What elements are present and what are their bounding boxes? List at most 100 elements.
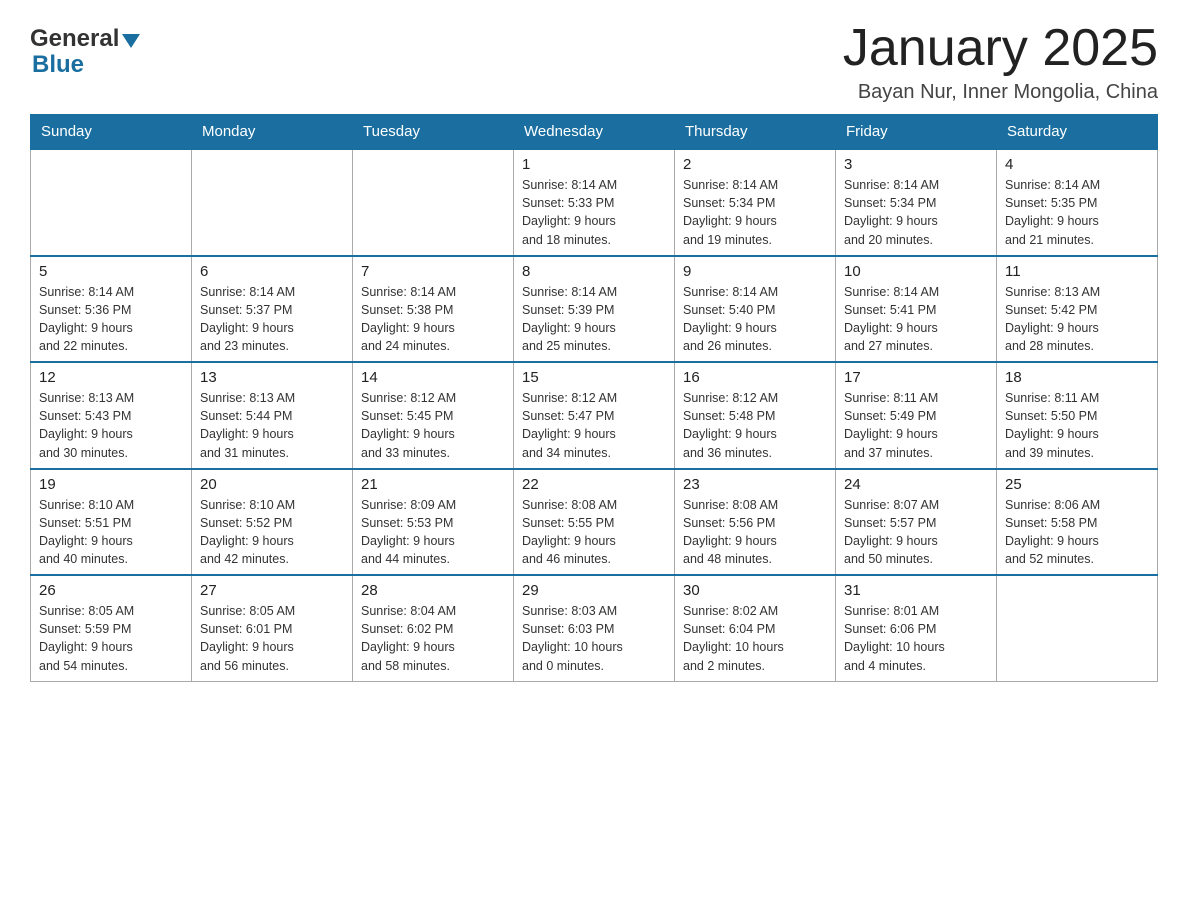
day-number: 5 <box>39 263 183 280</box>
day-number: 12 <box>39 369 183 386</box>
calendar-cell: 21 Sunrise: 8:09 AM Sunset: 5:53 PM Dayli… <box>353 469 514 576</box>
day-info: Sunrise: 8:14 AM Sunset: 5:35 PM Dayligh… <box>1005 176 1149 249</box>
day-number: 18 <box>1005 369 1149 386</box>
day-info: Sunrise: 8:14 AM Sunset: 5:34 PM Dayligh… <box>844 176 988 249</box>
logo-blue-text: Blue <box>32 51 84 79</box>
calendar-week-row-5: 26 Sunrise: 8:05 AM Sunset: 5:59 PM Dayli… <box>31 575 1158 681</box>
calendar-header-monday: Monday <box>192 115 353 150</box>
calendar-cell <box>997 575 1158 681</box>
day-info: Sunrise: 8:14 AM Sunset: 5:37 PM Dayligh… <box>200 283 344 356</box>
day-info: Sunrise: 8:06 AM Sunset: 5:58 PM Dayligh… <box>1005 496 1149 569</box>
logo-general-text: General <box>30 25 119 53</box>
calendar-cell: 24 Sunrise: 8:07 AM Sunset: 5:57 PM Dayli… <box>836 469 997 576</box>
day-info: Sunrise: 8:14 AM Sunset: 5:40 PM Dayligh… <box>683 283 827 356</box>
calendar-cell: 27Sunrise: 8:05 AM Sunset: 6:01 PM Dayli… <box>192 575 353 681</box>
day-info: Sunrise: 8:08 AM Sunset: 5:56 PM Dayligh… <box>683 496 827 569</box>
day-info: Sunrise: 8:10 AM Sunset: 5:51 PM Dayligh… <box>39 496 183 569</box>
calendar-cell: 9 Sunrise: 8:14 AM Sunset: 5:40 PM Daylig… <box>675 256 836 363</box>
calendar-cell: 25 Sunrise: 8:06 AM Sunset: 5:58 PM Dayli… <box>997 469 1158 576</box>
calendar-cell: 6 Sunrise: 8:14 AM Sunset: 5:37 PM Daylig… <box>192 256 353 363</box>
day-number: 3 <box>844 156 988 173</box>
day-info: Sunrise: 8:04 AM Sunset: 6:02 PM Dayligh… <box>361 602 505 675</box>
day-info: Sunrise: 8:12 AM Sunset: 5:45 PM Dayligh… <box>361 389 505 462</box>
calendar-week-row-4: 19 Sunrise: 8:10 AM Sunset: 5:51 PM Dayli… <box>31 469 1158 576</box>
day-number: 6 <box>200 263 344 280</box>
day-number: 29 <box>522 582 666 599</box>
day-info: Sunrise: 8:10 AM Sunset: 5:52 PM Dayligh… <box>200 496 344 569</box>
calendar-header-thursday: Thursday <box>675 115 836 150</box>
calendar-week-row-2: 5Sunrise: 8:14 AM Sunset: 5:36 PM Daylig… <box>31 256 1158 363</box>
day-info: Sunrise: 8:12 AM Sunset: 5:47 PM Dayligh… <box>522 389 666 462</box>
day-number: 19 <box>39 476 183 493</box>
calendar-cell: 29Sunrise: 8:03 AM Sunset: 6:03 PM Dayli… <box>514 575 675 681</box>
day-number: 13 <box>200 369 344 386</box>
day-info: Sunrise: 8:14 AM Sunset: 5:33 PM Dayligh… <box>522 176 666 249</box>
calendar-cell: 19 Sunrise: 8:10 AM Sunset: 5:51 PM Dayli… <box>31 469 192 576</box>
day-number: 20 <box>200 476 344 493</box>
day-number: 15 <box>522 369 666 386</box>
day-number: 23 <box>683 476 827 493</box>
calendar-cell: 7 Sunrise: 8:14 AM Sunset: 5:38 PM Daylig… <box>353 256 514 363</box>
day-number: 16 <box>683 369 827 386</box>
month-title: January 2025 <box>843 20 1158 77</box>
day-number: 22 <box>522 476 666 493</box>
day-number: 28 <box>361 582 505 599</box>
day-info: Sunrise: 8:02 AM Sunset: 6:04 PM Dayligh… <box>683 602 827 675</box>
calendar-header-sunday: Sunday <box>31 115 192 150</box>
calendar-week-row-1: 1Sunrise: 8:14 AM Sunset: 5:33 PM Daylig… <box>31 149 1158 256</box>
day-info: Sunrise: 8:14 AM Sunset: 5:34 PM Dayligh… <box>683 176 827 249</box>
calendar-cell <box>31 149 192 256</box>
day-info: Sunrise: 8:12 AM Sunset: 5:48 PM Dayligh… <box>683 389 827 462</box>
calendar-cell: 4 Sunrise: 8:14 AM Sunset: 5:35 PM Daylig… <box>997 149 1158 256</box>
day-number: 31 <box>844 582 988 599</box>
calendar-cell: 30Sunrise: 8:02 AM Sunset: 6:04 PM Dayli… <box>675 575 836 681</box>
calendar-cell: 18 Sunrise: 8:11 AM Sunset: 5:50 PM Dayli… <box>997 362 1158 469</box>
calendar-table: SundayMondayTuesdayWednesdayThursdayFrid… <box>30 114 1158 682</box>
day-info: Sunrise: 8:13 AM Sunset: 5:43 PM Dayligh… <box>39 389 183 462</box>
calendar-cell: 3 Sunrise: 8:14 AM Sunset: 5:34 PM Daylig… <box>836 149 997 256</box>
day-info: Sunrise: 8:11 AM Sunset: 5:50 PM Dayligh… <box>1005 389 1149 462</box>
day-number: 21 <box>361 476 505 493</box>
calendar-cell: 16 Sunrise: 8:12 AM Sunset: 5:48 PM Dayli… <box>675 362 836 469</box>
day-number: 24 <box>844 476 988 493</box>
day-info: Sunrise: 8:09 AM Sunset: 5:53 PM Dayligh… <box>361 496 505 569</box>
day-info: Sunrise: 8:13 AM Sunset: 5:42 PM Dayligh… <box>1005 283 1149 356</box>
calendar-cell <box>353 149 514 256</box>
day-info: Sunrise: 8:05 AM Sunset: 5:59 PM Dayligh… <box>39 602 183 675</box>
calendar-cell: 8Sunrise: 8:14 AM Sunset: 5:39 PM Daylig… <box>514 256 675 363</box>
day-info: Sunrise: 8:14 AM Sunset: 5:38 PM Dayligh… <box>361 283 505 356</box>
day-info: Sunrise: 8:07 AM Sunset: 5:57 PM Dayligh… <box>844 496 988 569</box>
day-number: 7 <box>361 263 505 280</box>
calendar-header-wednesday: Wednesday <box>514 115 675 150</box>
calendar-cell: 15 Sunrise: 8:12 AM Sunset: 5:47 PM Dayli… <box>514 362 675 469</box>
day-number: 27 <box>200 582 344 599</box>
calendar-cell: 20 Sunrise: 8:10 AM Sunset: 5:52 PM Dayli… <box>192 469 353 576</box>
calendar-cell: 14 Sunrise: 8:12 AM Sunset: 5:45 PM Dayli… <box>353 362 514 469</box>
calendar-cell: 10 Sunrise: 8:14 AM Sunset: 5:41 PM Dayli… <box>836 256 997 363</box>
page-header: General Blue January 2025 Bayan Nur, Inn… <box>30 20 1158 104</box>
day-number: 9 <box>683 263 827 280</box>
day-number: 14 <box>361 369 505 386</box>
day-number: 10 <box>844 263 988 280</box>
day-info: Sunrise: 8:11 AM Sunset: 5:49 PM Dayligh… <box>844 389 988 462</box>
day-info: Sunrise: 8:14 AM Sunset: 5:41 PM Dayligh… <box>844 283 988 356</box>
calendar-cell: 23 Sunrise: 8:08 AM Sunset: 5:56 PM Dayli… <box>675 469 836 576</box>
day-number: 17 <box>844 369 988 386</box>
logo: General Blue <box>30 20 140 79</box>
day-number: 25 <box>1005 476 1149 493</box>
calendar-cell: 1Sunrise: 8:14 AM Sunset: 5:33 PM Daylig… <box>514 149 675 256</box>
calendar-cell: 26 Sunrise: 8:05 AM Sunset: 5:59 PM Dayli… <box>31 575 192 681</box>
calendar-header-saturday: Saturday <box>997 115 1158 150</box>
calendar-cell: 31Sunrise: 8:01 AM Sunset: 6:06 PM Dayli… <box>836 575 997 681</box>
location-text: Bayan Nur, Inner Mongolia, China <box>843 81 1158 104</box>
day-number: 11 <box>1005 263 1149 280</box>
calendar-cell: 22Sunrise: 8:08 AM Sunset: 5:55 PM Dayli… <box>514 469 675 576</box>
logo-triangle-icon <box>122 34 140 48</box>
calendar-cell: 13Sunrise: 8:13 AM Sunset: 5:44 PM Dayli… <box>192 362 353 469</box>
title-section: January 2025 Bayan Nur, Inner Mongolia, … <box>843 20 1158 104</box>
calendar-week-row-3: 12 Sunrise: 8:13 AM Sunset: 5:43 PM Dayli… <box>31 362 1158 469</box>
calendar-header-row: SundayMondayTuesdayWednesdayThursdayFrid… <box>31 115 1158 150</box>
day-number: 26 <box>39 582 183 599</box>
day-number: 4 <box>1005 156 1149 173</box>
calendar-header-friday: Friday <box>836 115 997 150</box>
